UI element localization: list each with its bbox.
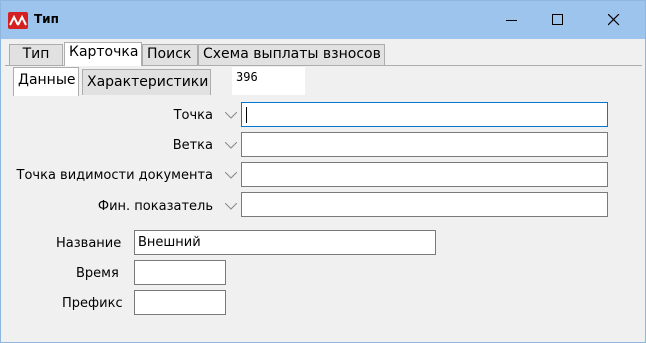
window-title: Тип xyxy=(34,12,59,26)
close-button[interactable] xyxy=(591,1,637,39)
chevron-down-icon xyxy=(225,112,237,119)
record-id: 396 xyxy=(232,67,305,95)
app-window: Тип Тип Карточка Поиск Схема выплаты взн… xyxy=(0,0,646,343)
app-logo-icon xyxy=(8,12,28,29)
dropdown-vetka[interactable] xyxy=(222,135,240,155)
close-icon xyxy=(608,14,620,26)
title-bar[interactable]: Тип xyxy=(1,1,645,39)
minimize-button[interactable] xyxy=(489,1,535,39)
chevron-down-icon xyxy=(225,203,237,210)
prefix-input[interactable] xyxy=(134,290,226,315)
fin-input[interactable] xyxy=(241,192,608,217)
subtab-kharakteristiki[interactable]: Характеристики xyxy=(82,69,211,95)
dropdown-tochka[interactable] xyxy=(222,105,240,125)
subtab-dannye[interactable]: Данные xyxy=(13,67,79,96)
name-value: Внешний xyxy=(138,235,201,250)
tochka-vid-input[interactable] xyxy=(241,162,608,187)
chevron-down-icon xyxy=(225,172,237,179)
maximize-button[interactable] xyxy=(535,1,581,39)
label-time: Время xyxy=(76,266,119,281)
label-name: Название xyxy=(56,236,122,251)
text-caret xyxy=(246,107,247,123)
vetka-input[interactable] xyxy=(241,132,608,157)
chevron-down-icon xyxy=(225,142,237,149)
tab-kartochka[interactable]: Карточка xyxy=(64,42,142,66)
minimize-icon xyxy=(506,20,517,21)
tab-poisk[interactable]: Поиск xyxy=(142,44,198,65)
label-prefix: Префикс xyxy=(62,296,123,311)
tab-tip[interactable]: Тип xyxy=(9,44,63,65)
name-input[interactable]: Внешний xyxy=(134,230,436,255)
label-tochka-vid: Точка видимости документа xyxy=(16,168,213,183)
dropdown-fin[interactable] xyxy=(222,196,240,216)
time-input[interactable] xyxy=(134,260,226,285)
label-vetka: Ветка xyxy=(172,138,213,153)
label-fin: Фин. показатель xyxy=(97,199,213,214)
maximize-icon xyxy=(552,14,563,25)
label-tochka: Точка xyxy=(173,108,213,123)
tochka-input[interactable] xyxy=(241,102,608,127)
tab-skhema[interactable]: Схема выплаты взносов xyxy=(198,44,385,65)
dropdown-tochka-vid[interactable] xyxy=(222,165,240,185)
